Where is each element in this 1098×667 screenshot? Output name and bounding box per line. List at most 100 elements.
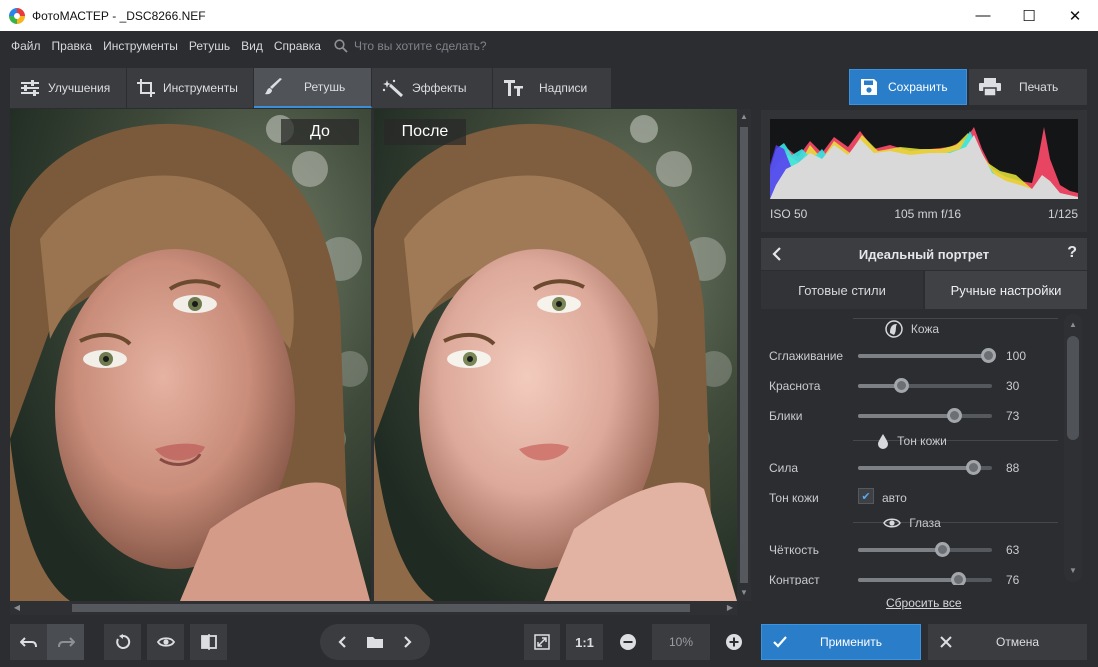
drop-icon bbox=[878, 434, 889, 449]
viewer-horizontal-scrollbar[interactable]: ◀ ▶ bbox=[10, 601, 737, 615]
redo-button[interactable] bbox=[47, 624, 84, 660]
fit-to-screen-button[interactable] bbox=[524, 624, 560, 660]
slider-thumb[interactable] bbox=[966, 460, 982, 475]
help-icon[interactable]: ? bbox=[1067, 244, 1077, 262]
highlights-value: 73 bbox=[1006, 409, 1020, 423]
search-icon bbox=[334, 38, 348, 53]
slider-thumb[interactable] bbox=[980, 348, 996, 363]
rotate-button[interactable] bbox=[104, 624, 141, 660]
shutter-value: 1/125 bbox=[1047, 207, 1078, 221]
photo-viewer[interactable]: До После bbox=[10, 109, 737, 601]
sliders-icon bbox=[21, 80, 39, 96]
auto-tone-checkbox[interactable]: ✔ bbox=[858, 488, 874, 504]
before-label: До bbox=[281, 119, 359, 145]
previous-arrow-icon[interactable] bbox=[337, 635, 349, 649]
text-icon bbox=[504, 80, 523, 96]
zoom-out-button[interactable] bbox=[610, 624, 646, 660]
strength-label: Сила bbox=[769, 461, 799, 475]
zoom-level-field[interactable] bbox=[652, 624, 710, 660]
tab-text[interactable]: Надписи bbox=[493, 68, 612, 108]
menu-view[interactable]: Вид bbox=[241, 39, 263, 53]
scroll-thumb[interactable] bbox=[1067, 336, 1079, 440]
panel-header: Идеальный портрет ? bbox=[761, 238, 1087, 270]
tab-label: Ретушь bbox=[304, 80, 346, 94]
menu-bar: Файл Правка Инструменты Ретушь Вид Справ… bbox=[0, 31, 1098, 60]
maximize-button[interactable]: ☐ bbox=[1006, 0, 1052, 31]
tab-enhancements[interactable]: Улучшения bbox=[10, 68, 127, 108]
strength-slider[interactable] bbox=[858, 460, 992, 475]
undo-button[interactable] bbox=[10, 624, 47, 660]
reset-all-link[interactable]: Сбросить все bbox=[886, 596, 962, 610]
slider-thumb[interactable] bbox=[951, 572, 967, 585]
compare-button[interactable] bbox=[190, 624, 227, 660]
cancel-button[interactable]: Отмена bbox=[928, 624, 1087, 660]
back-arrow-icon[interactable] bbox=[771, 246, 783, 262]
slider-thumb[interactable] bbox=[947, 408, 963, 423]
close-button[interactable]: ✕ bbox=[1052, 0, 1098, 31]
manual-settings-panel: Кожа Сглаживание 100 Краснота 30 Блики 7… bbox=[761, 310, 1063, 585]
tab-label: Инструменты bbox=[163, 81, 238, 95]
highlights-label: Блики bbox=[769, 409, 803, 423]
contrast-slider[interactable] bbox=[858, 572, 992, 585]
undo-icon bbox=[19, 637, 37, 648]
lens-value: 105 mm f/16 bbox=[894, 207, 962, 221]
section-skin-tone: Тон кожи bbox=[761, 431, 1063, 451]
menu-file[interactable]: Файл bbox=[11, 39, 41, 53]
preview-toggle-button[interactable] bbox=[147, 624, 184, 660]
highlights-slider[interactable] bbox=[858, 408, 992, 423]
clarity-label: Чёткость bbox=[769, 543, 819, 557]
section-eyes: Глаза bbox=[761, 513, 1063, 533]
tab-tools[interactable]: Инструменты bbox=[127, 68, 254, 108]
face-icon bbox=[885, 320, 903, 338]
redness-slider[interactable] bbox=[858, 378, 992, 393]
crop-icon bbox=[137, 79, 155, 97]
tab-ready-styles[interactable]: Готовые стили bbox=[761, 271, 923, 309]
settings-scrollbar[interactable]: ▲ ▼ bbox=[1064, 314, 1082, 582]
menu-retouch[interactable]: Ретушь bbox=[189, 39, 230, 53]
actual-size-button[interactable]: 1:1 bbox=[566, 624, 603, 660]
rotate-icon bbox=[115, 634, 130, 649]
cancel-label: Отмена bbox=[996, 635, 1040, 649]
eye-icon bbox=[156, 637, 175, 647]
menu-help[interactable]: Справка bbox=[274, 39, 321, 53]
slider-thumb[interactable] bbox=[893, 378, 909, 393]
smoothing-slider[interactable] bbox=[858, 348, 996, 363]
search-input[interactable] bbox=[353, 38, 554, 53]
zoom-in-button[interactable] bbox=[716, 624, 752, 660]
tab-manual-settings[interactable]: Ручные настройки bbox=[925, 271, 1087, 309]
redness-label: Краснота bbox=[769, 379, 821, 393]
photo-before: До bbox=[10, 109, 371, 601]
scroll-up-arrow-icon[interactable]: ▲ bbox=[739, 112, 749, 122]
tab-retouch[interactable]: Ретушь bbox=[254, 68, 372, 108]
menu-edit[interactable]: Правка bbox=[52, 39, 93, 53]
minimize-button[interactable]: — bbox=[960, 0, 1006, 31]
viewer-vertical-scrollbar[interactable]: ▲ ▼ bbox=[737, 109, 751, 601]
print-label: Печать bbox=[1019, 80, 1059, 94]
tab-label: Надписи bbox=[539, 81, 588, 95]
save-button[interactable]: Сохранить bbox=[849, 69, 967, 105]
apply-button[interactable]: Применить bbox=[761, 624, 921, 660]
folder-icon[interactable] bbox=[366, 635, 384, 649]
portrait-after-image bbox=[374, 109, 737, 601]
smoothing-label: Сглаживание bbox=[769, 349, 844, 363]
save-label: Сохранить bbox=[888, 80, 948, 94]
scroll-down-arrow-icon[interactable]: ▼ bbox=[739, 588, 749, 598]
checkmark-icon bbox=[773, 636, 787, 648]
scroll-thumb[interactable] bbox=[740, 127, 748, 583]
slider-thumb[interactable] bbox=[934, 542, 950, 557]
scroll-right-arrow-icon[interactable]: ▶ bbox=[725, 603, 735, 613]
clarity-slider[interactable] bbox=[858, 542, 992, 557]
window-title: ФотоМАСТЕР - _DSC8266.NEF bbox=[32, 8, 206, 23]
scroll-thumb[interactable] bbox=[72, 604, 690, 612]
scroll-down-arrow-icon[interactable]: ▼ bbox=[1068, 566, 1078, 576]
print-button[interactable]: Печать bbox=[969, 69, 1087, 105]
printer-icon bbox=[979, 78, 1001, 96]
tab-effects[interactable]: Эффекты bbox=[372, 68, 493, 108]
portrait-before-image bbox=[10, 109, 371, 601]
scroll-left-arrow-icon[interactable]: ◀ bbox=[12, 603, 22, 613]
scroll-up-arrow-icon[interactable]: ▲ bbox=[1068, 320, 1078, 330]
clarity-value: 63 bbox=[1006, 543, 1020, 557]
next-arrow-icon[interactable] bbox=[401, 635, 413, 649]
redness-value: 30 bbox=[1006, 379, 1020, 393]
menu-tools[interactable]: Инструменты bbox=[103, 39, 178, 53]
